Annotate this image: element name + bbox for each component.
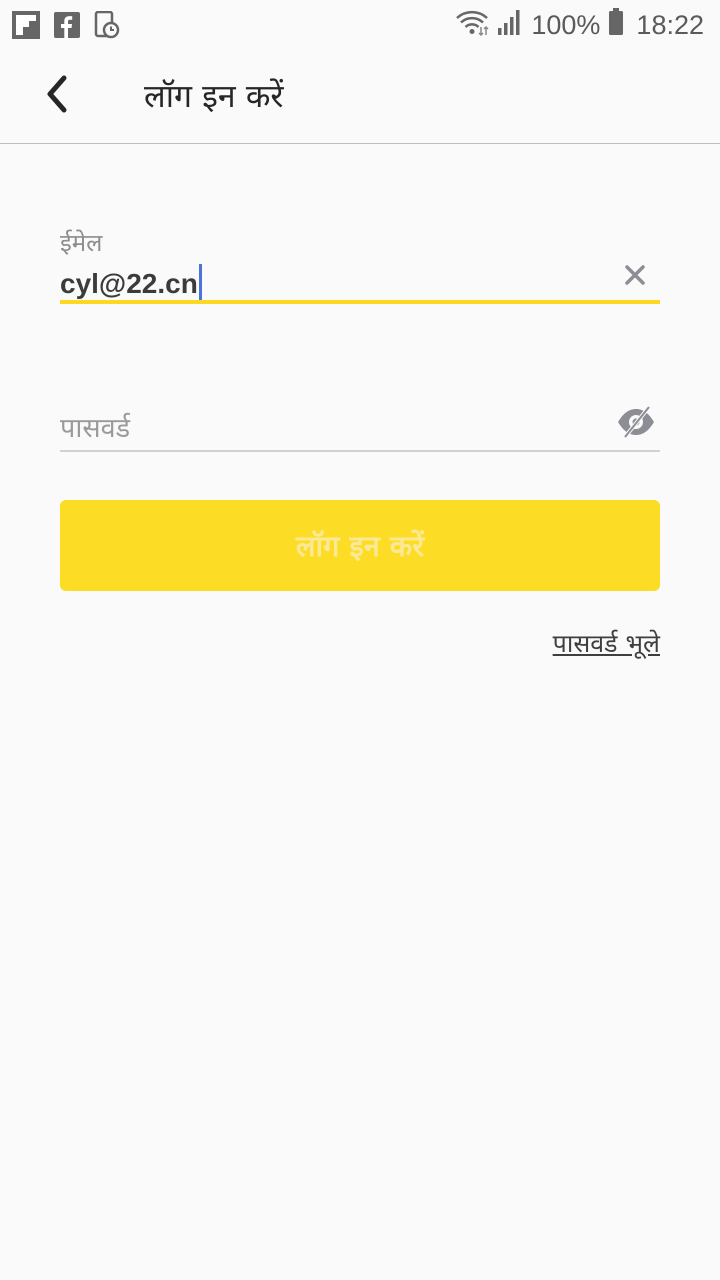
facebook-icon: [54, 12, 80, 43]
app-bar: लॉग इन करें: [0, 48, 720, 144]
page-title: लॉग इन करें: [144, 77, 284, 115]
login-button-label: लॉग इन करें: [295, 529, 425, 563]
notification-icons: [12, 10, 120, 44]
clear-email-button[interactable]: [620, 260, 650, 290]
login-button[interactable]: लॉग इन करें: [60, 500, 660, 591]
password-input[interactable]: पासवर्ड: [60, 408, 130, 445]
signal-icon: [497, 8, 523, 43]
toggle-password-visibility-button[interactable]: [616, 405, 656, 439]
close-icon: [620, 265, 650, 294]
email-label: ईमेल: [60, 229, 103, 257]
eye-off-icon: [616, 405, 656, 442]
back-button[interactable]: [28, 68, 84, 124]
email-input[interactable]: cyl@22.cn: [60, 264, 202, 300]
text-cursor: [198, 264, 202, 300]
flipboard-icon: [12, 11, 40, 44]
battery-icon: [608, 8, 624, 43]
clock: 18:22: [636, 10, 704, 40]
email-value: cyl@22.cn: [60, 268, 198, 299]
screen-timer-icon: [94, 10, 120, 44]
battery-percent: 100%: [531, 10, 601, 40]
forgot-password-link[interactable]: पासवर्ड भूले: [553, 626, 660, 660]
email-field[interactable]: ईमेल cyl@22.cn: [60, 222, 660, 304]
password-field[interactable]: पासवर्ड: [60, 400, 660, 452]
chevron-left-icon: [42, 74, 70, 119]
status-bar: 100% 18:22: [0, 0, 720, 48]
system-status: 100% 18:22: [455, 8, 704, 43]
wifi-icon: [455, 8, 489, 43]
